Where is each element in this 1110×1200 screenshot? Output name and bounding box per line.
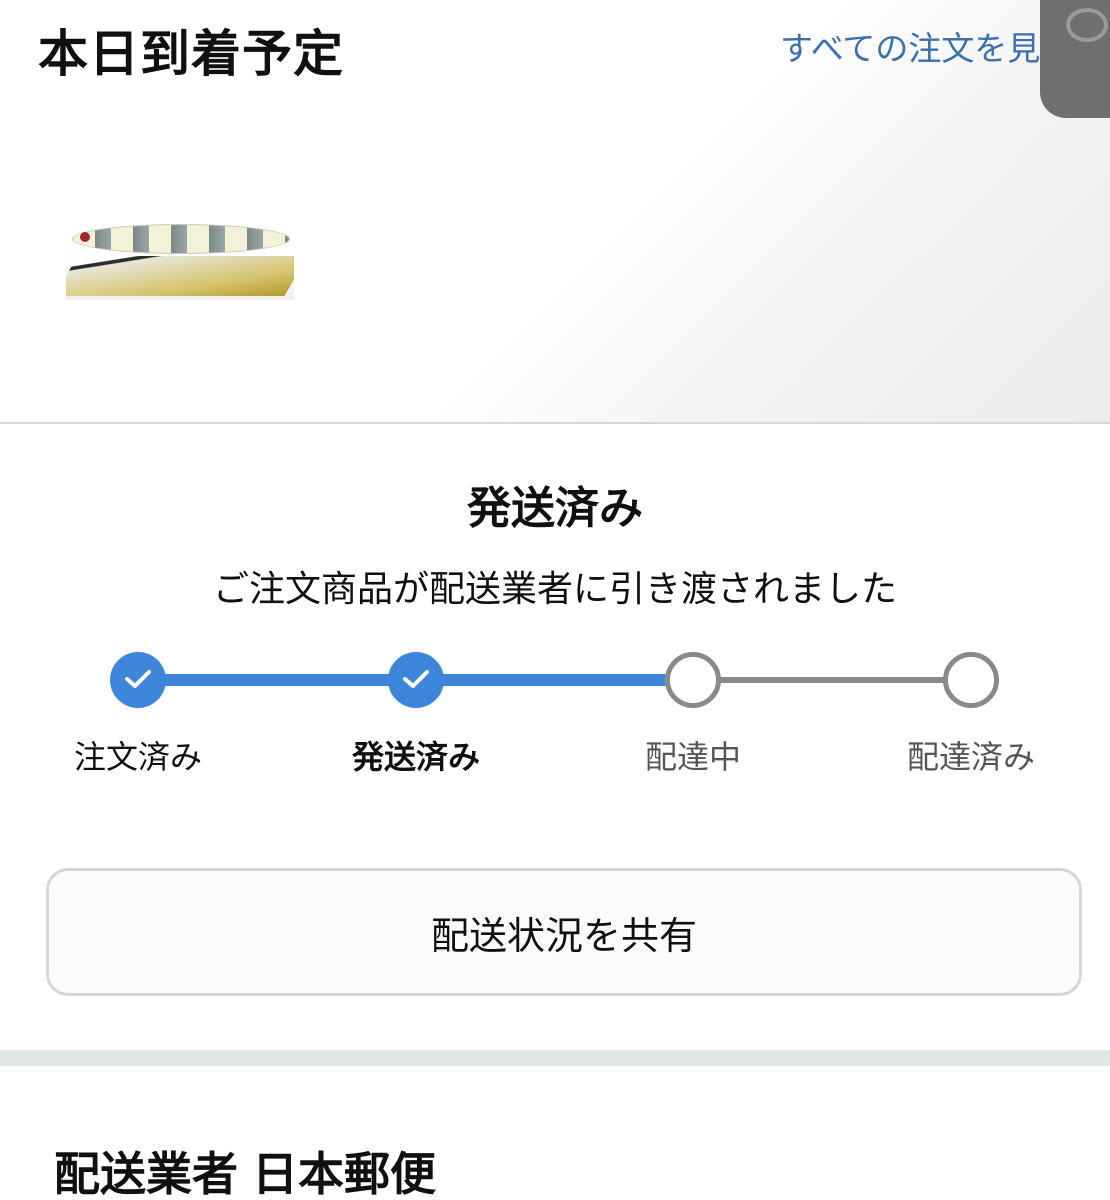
step-ordered-check-icon	[110, 652, 166, 708]
progress-bar-remaining	[694, 677, 972, 683]
step-label-in-transit: 配達中	[644, 738, 741, 776]
section-separator	[0, 1050, 1110, 1066]
product-image[interactable]	[66, 218, 294, 300]
step-shipped-check-icon	[388, 652, 444, 708]
overlay-handle	[1040, 0, 1110, 118]
page-title: 本日到着予定	[38, 25, 344, 83]
delivery-progress-tracker: 注文済み 発送済み 配達中 配達済み	[0, 640, 1110, 790]
shipment-status-title: 発送済み	[467, 483, 643, 534]
step-in-transit-circle-icon	[665, 652, 721, 708]
step-label-delivered: 配達済み	[906, 738, 1035, 776]
section-divider	[0, 422, 1110, 424]
step-label-ordered: 注文済み	[73, 738, 202, 776]
step-delivered-circle-icon	[943, 652, 999, 708]
carrier-label: 配送業者	[54, 1147, 238, 1200]
lure-blade-graphic	[66, 256, 294, 296]
lure-body-graphic	[72, 224, 290, 254]
delivery-summary-card: 本日到着予定 すべての注文を見る	[0, 0, 1110, 422]
carrier-heading: 配送業者 日本郵便	[54, 1138, 436, 1200]
view-all-orders-link[interactable]: すべての注文を見る	[780, 24, 1080, 74]
share-tracking-button[interactable]: 配送状況を共有	[46, 868, 1082, 996]
lure-eye-graphic	[80, 232, 90, 242]
carrier-name: 日本郵便	[252, 1147, 436, 1200]
step-label-shipped: 発送済み	[351, 738, 480, 776]
shipment-status-description: ご注文商品が配送業者に引き渡されました	[212, 569, 897, 610]
